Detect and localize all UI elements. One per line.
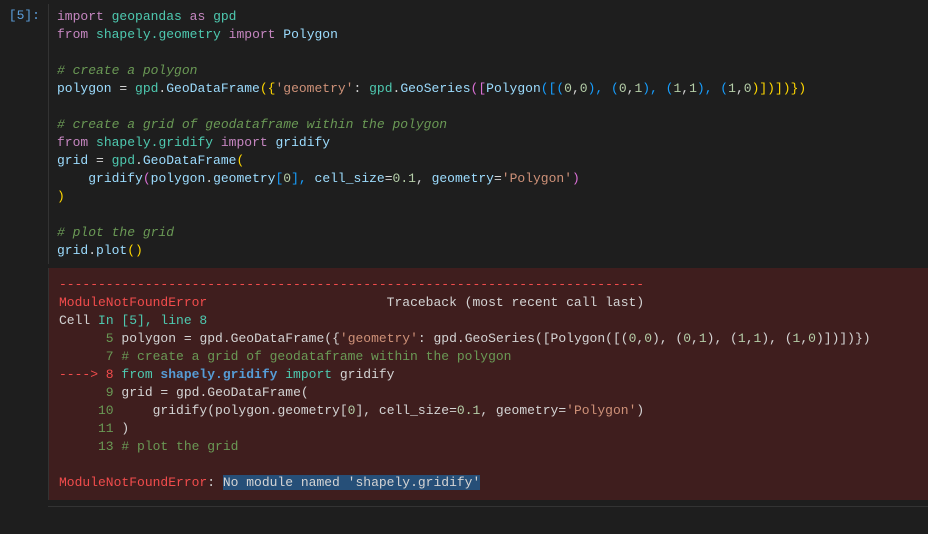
cell-divider — [48, 506, 928, 507]
traceback-line: 13 # plot the grid — [59, 438, 918, 456]
error-output: ----------------------------------------… — [48, 268, 928, 500]
traceback-cell-ref: Cell In [5], line 8 — [59, 312, 918, 330]
code-line: grid.plot() — [57, 242, 920, 260]
code-line: import geopandas as gpd — [57, 8, 920, 26]
code-line — [57, 44, 920, 62]
code-editor[interactable]: import geopandas as gpd from shapely.geo… — [48, 4, 928, 264]
error-divider: ----------------------------------------… — [59, 276, 918, 294]
code-line — [57, 206, 920, 224]
traceback-line: 10 gridify(polygon.geometry[0], cell_siz… — [59, 402, 918, 420]
code-line — [57, 98, 920, 116]
traceback-line: 5 polygon = gpd.GeoDataFrame({'geometry'… — [59, 330, 918, 348]
error-final: ModuleNotFoundError: No module named 'sh… — [59, 474, 918, 492]
code-line: grid = gpd.GeoDataFrame( — [57, 152, 920, 170]
code-cell: [5]: import geopandas as gpd from shapel… — [0, 0, 928, 268]
code-line: gridify(polygon.geometry[0], cell_size=0… — [57, 170, 920, 188]
code-line: ) — [57, 188, 920, 206]
code-line: polygon = gpd.GeoDataFrame({'geometry': … — [57, 80, 920, 98]
traceback-line: 9 grid = gpd.GeoDataFrame( — [59, 384, 918, 402]
traceback-line-current: ----> 8 from shapely.gridify import grid… — [59, 366, 918, 384]
traceback-line: 7 # create a grid of geodataframe within… — [59, 348, 918, 366]
code-line: # create a grid of geodataframe within t… — [57, 116, 920, 134]
traceback-blank — [59, 456, 918, 474]
code-line: from shapely.geometry import Polygon — [57, 26, 920, 44]
traceback-line: 11 ) — [59, 420, 918, 438]
code-line: # create a polygon — [57, 62, 920, 80]
code-line: from shapely.gridify import gridify — [57, 134, 920, 152]
code-line: # plot the grid — [57, 224, 920, 242]
traceback-header: ModuleNotFoundError Traceback (most rece… — [59, 294, 918, 312]
cell-prompt: [5]: — [0, 4, 48, 264]
